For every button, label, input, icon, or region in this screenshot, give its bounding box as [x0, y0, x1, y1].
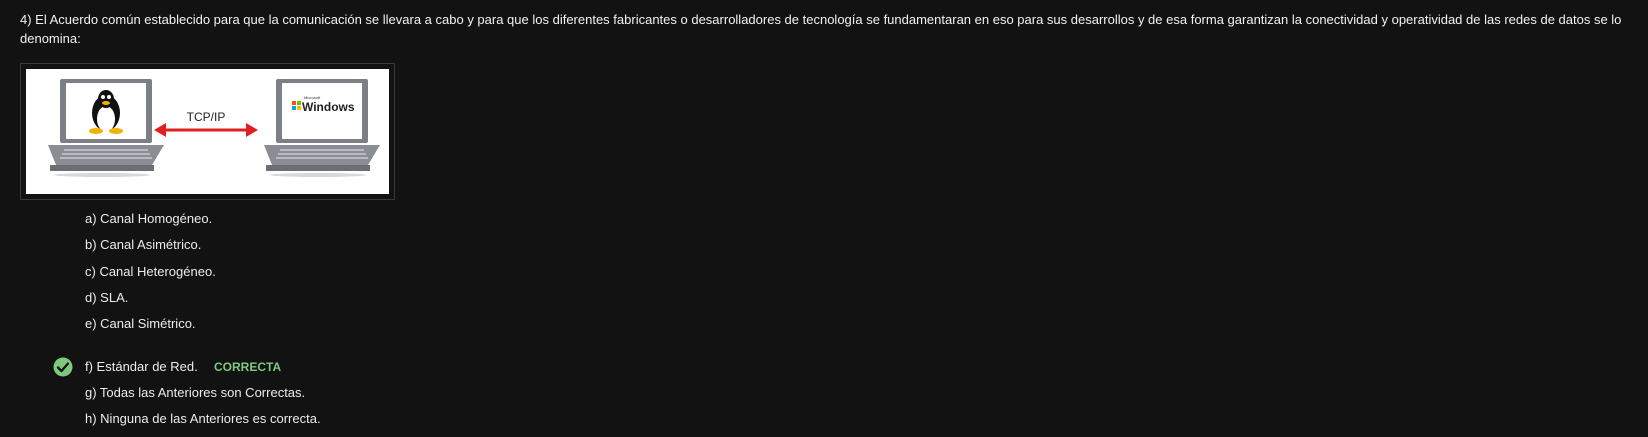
- protocol-label: TCP/IP: [187, 110, 226, 124]
- option-f[interactable]: f) Estándar de Red.: [85, 357, 198, 377]
- correct-badge: CORRECTA: [214, 360, 282, 374]
- svg-text:Windows: Windows: [302, 100, 355, 114]
- option-b[interactable]: b) Canal Asimétrico.: [85, 235, 201, 255]
- check-circle-icon: [53, 357, 73, 377]
- option-g[interactable]: g) Todas las Anteriores son Correctas.: [85, 383, 305, 403]
- option-e[interactable]: e) Canal Simétrico.: [85, 314, 196, 334]
- right-laptop-icon: [264, 79, 380, 177]
- figure-image: TCP/IP Microsoft Windows: [26, 69, 389, 194]
- tcpip-diagram: TCP/IP Microsoft Windows: [48, 79, 380, 177]
- option-h[interactable]: h) Ninguna de las Anteriores es correcta…: [85, 409, 321, 429]
- option-d[interactable]: d) SLA.: [85, 288, 128, 308]
- double-arrow-icon: [154, 123, 258, 137]
- option-a[interactable]: a) Canal Homogéneo.: [85, 209, 212, 229]
- question-figure: TCP/IP Microsoft Windows: [20, 63, 395, 200]
- question-text: 4) El Acuerdo común establecido para que…: [20, 12, 1622, 46]
- option-c[interactable]: c) Canal Heterogéneo.: [85, 262, 216, 282]
